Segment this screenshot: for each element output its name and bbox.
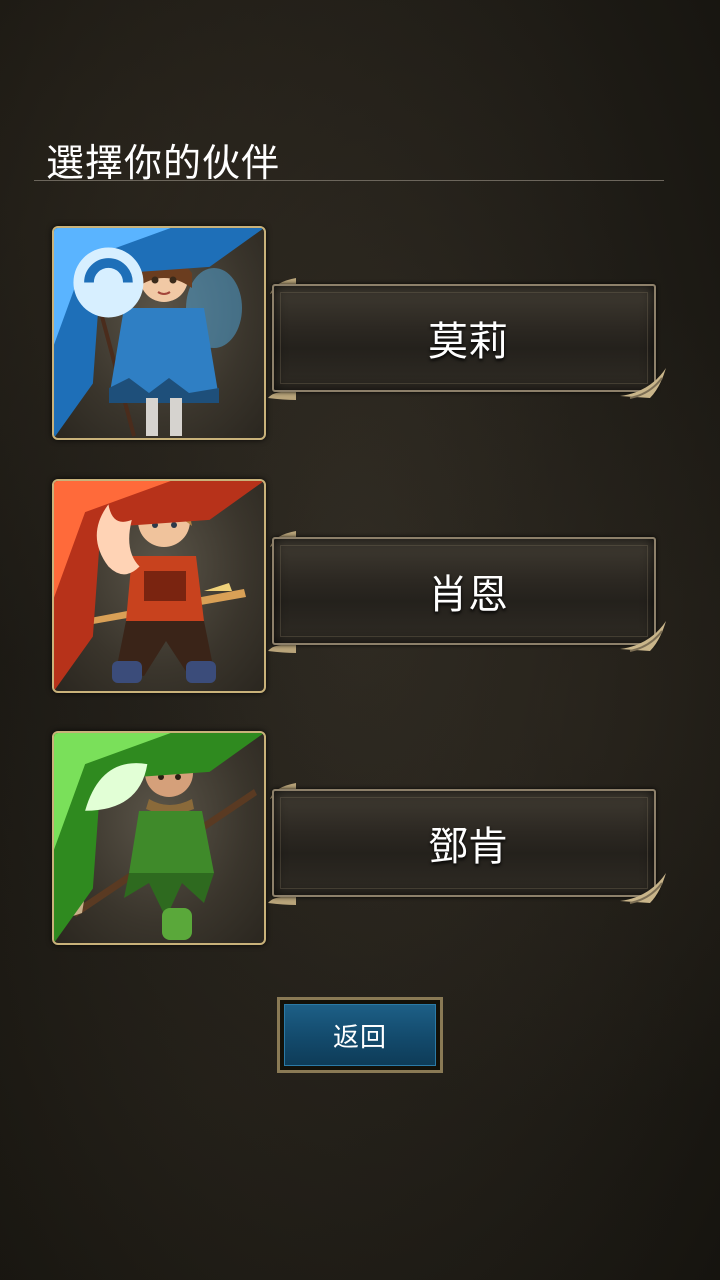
spearman-portrait[interactable]	[52, 731, 266, 945]
companion-name-label: 鄧肯	[428, 824, 508, 870]
companion-option-molly[interactable]: 莫莉	[0, 226, 720, 456]
companion-option-duncan[interactable]: 鄧肯	[0, 731, 720, 961]
wood-element-icon	[54, 733, 264, 943]
back-button[interactable]: 返回	[277, 997, 443, 1073]
plate-right-claw-ornament	[620, 621, 666, 652]
fire-element-icon	[54, 481, 264, 691]
page-title: 選擇你的伙伴	[46, 141, 281, 185]
plate-right-claw-ornament	[620, 873, 666, 904]
swordsman-portrait[interactable]	[52, 479, 266, 693]
companion-name-label: 肖恩	[428, 572, 508, 618]
companion-name-plate[interactable]: 鄧肯	[272, 789, 656, 897]
companion-name-plate[interactable]: 莫莉	[272, 284, 656, 392]
companion-option-shawn[interactable]: 肖恩	[0, 479, 720, 709]
plate-right-claw-ornament	[620, 368, 666, 399]
companion-name-label: 莫莉	[428, 319, 508, 365]
mage-girl-portrait[interactable]	[52, 226, 266, 440]
back-button-face: 返回	[284, 1004, 436, 1066]
water-element-icon	[54, 228, 264, 438]
title-divider	[34, 180, 664, 181]
companion-name-plate[interactable]: 肖恩	[272, 537, 656, 645]
back-button-label: 返回	[332, 1022, 387, 1053]
